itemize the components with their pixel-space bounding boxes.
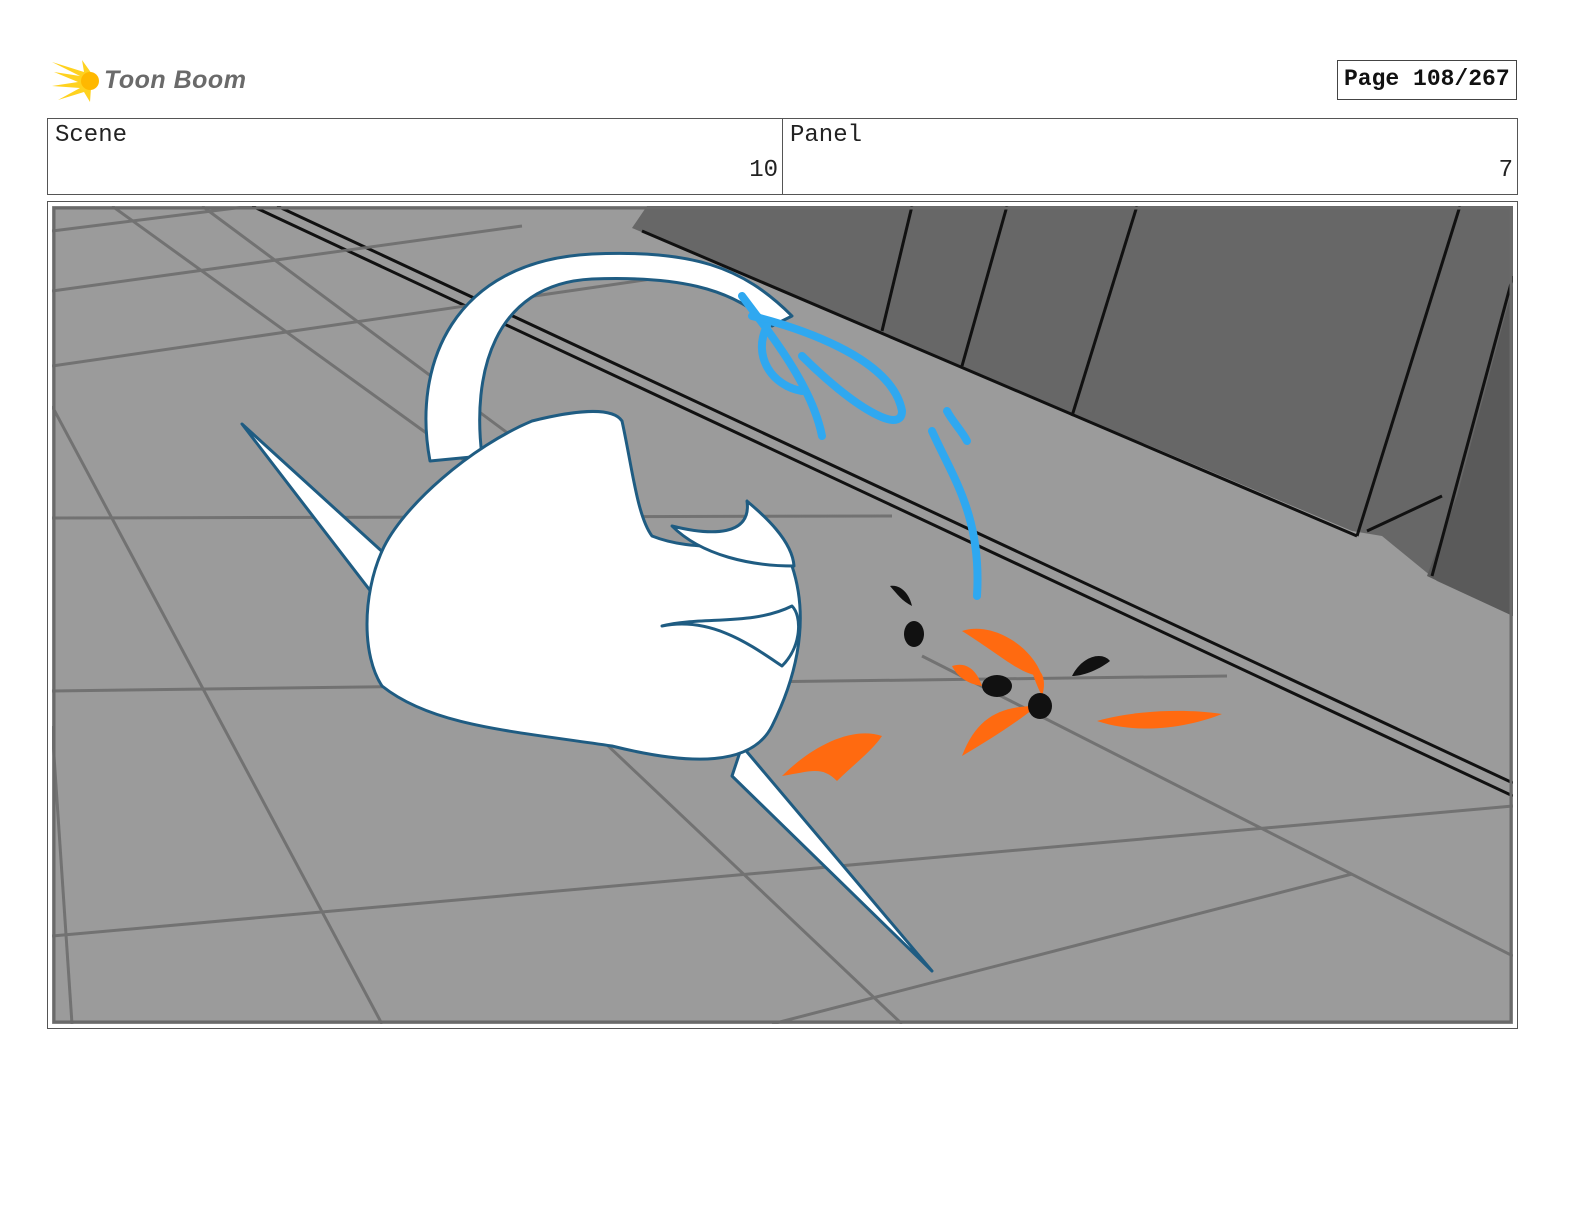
- panel-cell: Panel 7: [783, 119, 1517, 194]
- toon-boom-logo: Toon Boom: [50, 54, 250, 106]
- scene-cell: Scene 10: [48, 119, 783, 194]
- storyboard-frame: [47, 201, 1518, 1029]
- scene-panel-table: Scene 10 Panel 7: [47, 118, 1518, 195]
- panel-value: 7: [1498, 157, 1513, 184]
- toon-boom-burst-icon: [52, 60, 99, 102]
- scene-value: 10: [749, 157, 778, 184]
- storyboard-sketch: [52, 206, 1513, 1024]
- logo-text: Toon Boom: [104, 66, 247, 94]
- page-number: Page 108/267: [1337, 60, 1517, 100]
- panel-label: Panel: [790, 122, 863, 149]
- scene-label: Scene: [55, 122, 128, 149]
